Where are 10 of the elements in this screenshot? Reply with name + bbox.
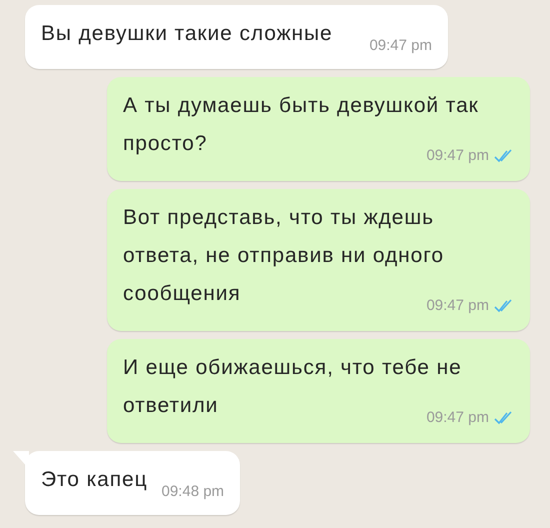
message-text: Вы девушки такие сложные [41,22,333,45]
message-time: 09:48 pm [162,482,224,502]
message-text: Это капец [41,468,148,491]
message-time: 09:47 pm [426,408,489,428]
message-time: 09:47 pm [426,146,489,166]
message-time: 09:47 pm [426,296,489,316]
double-check-icon [494,411,514,425]
double-check-icon [494,299,514,313]
message-time: 09:47 pm [369,36,432,56]
double-check-icon [494,149,514,163]
